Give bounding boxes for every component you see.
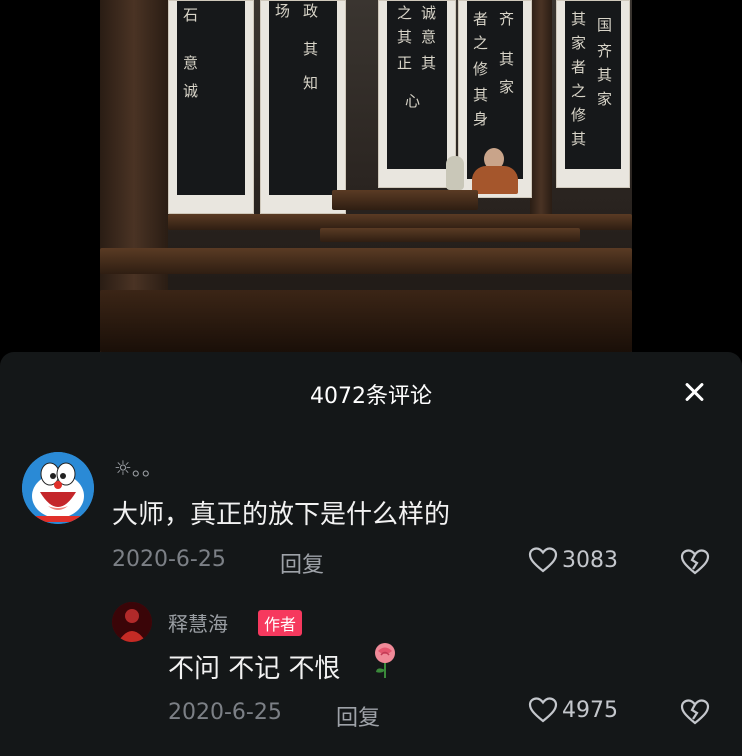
scroll-glyph: 心 <box>405 92 421 110</box>
author-badge: 作者 <box>258 610 303 636</box>
scroll-glyph: 国 <box>597 16 613 34</box>
heart-icon <box>528 547 558 573</box>
calligraphy-scroll: 石 意 诚 <box>168 0 254 214</box>
comment-username[interactable]: ☼。。 <box>114 452 162 481</box>
scroll-glyph: 修 <box>571 106 587 124</box>
wooden-pillar <box>530 0 552 220</box>
vase <box>446 156 464 190</box>
desk <box>332 190 478 210</box>
scroll-glyph: 之 <box>397 4 413 22</box>
scroll-glyph: 齐 <box>499 10 515 28</box>
calligraphy-scroll: 其 家 者 之 修 其 国 齐 其 家 <box>556 0 630 188</box>
desk <box>100 290 632 352</box>
scroll-glyph: 诚 <box>183 82 199 100</box>
like-count: 4975 <box>562 697 618 723</box>
comment-panel: 4072条评论 ☼。。 大师，真正的放下是什么样的 2020-6-25 回复 3… <box>0 352 742 756</box>
scroll-glyph: 家 <box>571 34 587 52</box>
scroll-glyph: 知 <box>303 74 319 92</box>
close-icon[interactable] <box>676 374 712 410</box>
comment-date: 2020-6-25 <box>112 547 226 572</box>
doraemon-avatar-icon <box>22 452 94 524</box>
avatar[interactable] <box>22 452 94 524</box>
dislike-button[interactable] <box>680 548 710 580</box>
rose-emoji-icon <box>375 643 395 678</box>
like-button[interactable]: 3083 <box>528 546 618 574</box>
reply-button[interactable]: 回复 <box>280 547 324 579</box>
reply-date: 2020-6-25 <box>168 700 282 725</box>
like-button[interactable]: 4975 <box>528 696 618 724</box>
desk <box>320 228 580 242</box>
calligraphy-scroll: 之 诚 其 意 正 其 心 <box>378 0 456 188</box>
scroll-glyph: 者 <box>473 10 489 28</box>
video-player[interactable]: 石 意 诚 场 政 其 知 之 诚 其 意 正 其 心 者 之 修 其 身 齐 … <box>0 0 742 352</box>
scroll-glyph: 者 <box>571 58 587 76</box>
video-frame-image: 石 意 诚 场 政 其 知 之 诚 其 意 正 其 心 者 之 修 其 身 齐 … <box>100 0 632 352</box>
desk <box>100 248 632 274</box>
scroll-glyph: 修 <box>473 60 489 78</box>
author-avatar-icon <box>112 602 152 642</box>
reply-button[interactable]: 回复 <box>336 700 380 732</box>
scroll-glyph: 家 <box>597 90 613 108</box>
broken-heart-icon <box>680 549 710 575</box>
calligraphy-scroll: 场 政 其 知 <box>260 0 346 214</box>
scroll-glyph: 意 <box>421 28 437 46</box>
scroll-glyph: 身 <box>473 110 489 128</box>
scroll-glyph: 意 <box>183 54 199 72</box>
scroll-glyph: 其 <box>499 50 515 68</box>
reply-username[interactable]: 释慧海 <box>168 608 228 637</box>
scroll-glyph: 其 <box>597 66 613 84</box>
scroll-glyph: 政 <box>303 2 319 20</box>
scroll-glyph: 其 <box>397 28 413 46</box>
comment-text: 大师，真正的放下是什么样的 <box>112 500 451 530</box>
heart-icon <box>528 697 558 723</box>
scroll-glyph: 正 <box>397 54 413 72</box>
scroll-glyph: 其 <box>473 86 489 104</box>
scroll-glyph: 家 <box>499 78 515 96</box>
scroll-glyph: 诚 <box>421 4 437 22</box>
comment-count-title: 4072条评论 <box>310 384 432 409</box>
scroll-glyph: 场 <box>275 2 291 20</box>
author-avatar[interactable] <box>112 602 152 642</box>
scroll-glyph: 其 <box>571 10 587 28</box>
broken-heart-icon <box>680 699 710 725</box>
scroll-glyph: 其 <box>303 40 319 58</box>
scroll-glyph: 其 <box>421 54 437 72</box>
scroll-glyph: 之 <box>571 82 587 100</box>
reply-text: 不问 不记 不恨 <box>168 654 341 684</box>
monk-robe <box>472 166 518 194</box>
scroll-glyph: 其 <box>571 130 587 148</box>
scroll-glyph: 之 <box>473 34 489 52</box>
scroll-glyph: 石 <box>183 6 199 24</box>
scroll-glyph: 齐 <box>597 42 613 60</box>
dislike-button[interactable] <box>680 698 710 730</box>
like-count: 3083 <box>562 547 618 573</box>
